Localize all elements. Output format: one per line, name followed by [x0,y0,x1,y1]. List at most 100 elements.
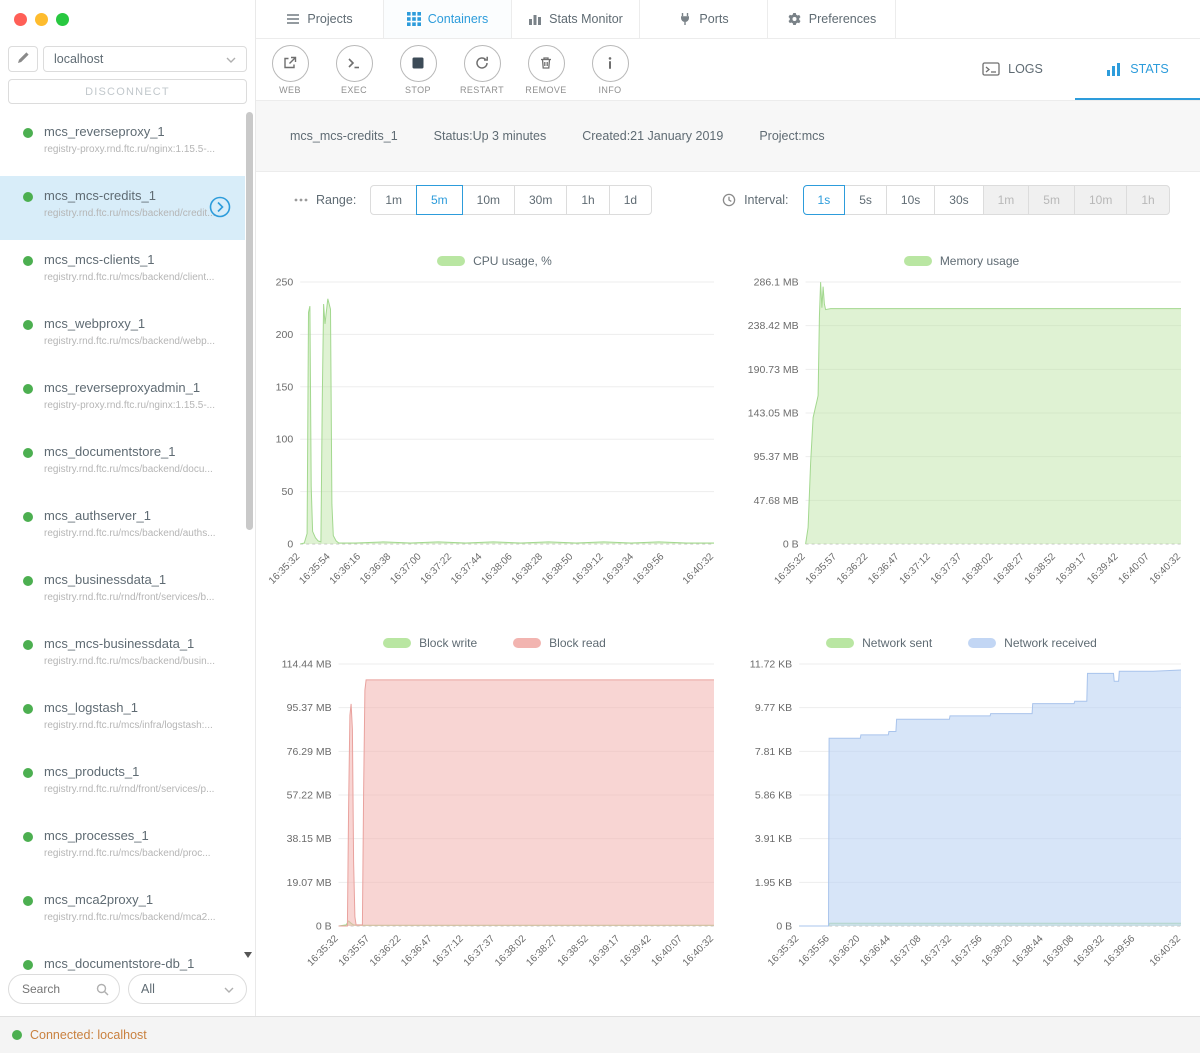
container-list-item[interactable]: mcs_mcs-credits_1registry.rnd.ftc.ru/mcs… [0,176,245,240]
exec-button[interactable]: EXEC [322,45,386,95]
legend-item: Block read [513,636,606,650]
interval-option-30s[interactable]: 30s [934,185,983,215]
interval-option-5s[interactable]: 5s [844,185,887,215]
action-label: WEB [279,85,301,95]
x-tick-label: 16:39:17 [587,933,623,969]
x-tick-label: 16:39:17 [1054,551,1090,587]
container-name: mcs_authserver_1 [44,508,215,523]
x-tick-label: 16:39:12 [570,551,606,587]
stop-button[interactable]: STOP [386,45,450,95]
container-list-item[interactable]: mcs_products_1registry.rnd.ftc.ru/rnd/fr… [0,752,245,816]
container-list-item[interactable]: mcs_authserver_1registry.rnd.ftc.ru/mcs/… [0,496,245,560]
container-list-item[interactable]: mcs_webproxy_1registry.rnd.ftc.ru/mcs/ba… [0,304,245,368]
x-tick-label: 16:36:20 [827,933,863,969]
minimize-window-button[interactable] [35,13,48,26]
container-list-item[interactable]: mcs_processes_1registry.rnd.ftc.ru/mcs/b… [0,816,245,880]
tab-label: Stats Monitor [549,12,623,26]
container-image: registry.rnd.ftc.ru/rnd/front/services/b… [44,592,215,603]
container-list-item[interactable]: mcs_documentstore_1registry.rnd.ftc.ru/m… [0,432,245,496]
y-tick-label: 9.77 KB [755,702,792,714]
search-input[interactable] [22,982,96,996]
window-controls [0,0,255,36]
chart-legend: Network sentNetwork received [826,632,1097,654]
view-tab-stats[interactable]: STATS [1075,39,1200,100]
x-tick-label: 16:39:08 [1041,933,1077,969]
range-option-1d[interactable]: 1d [609,185,652,215]
logs-icon [982,62,1000,76]
restart-button[interactable]: RESTART [450,45,514,95]
x-tick-label: 16:39:42 [1085,551,1121,587]
edit-host-button[interactable] [8,46,38,72]
container-status-dot [23,640,33,650]
container-status-dot [23,960,33,970]
search-icon [96,983,109,996]
legend-swatch [904,256,932,266]
container-list-item[interactable]: mcs_businessdata_1registry.rnd.ftc.ru/rn… [0,560,245,624]
interval-option-10s[interactable]: 10s [886,185,935,215]
x-tick-label: 16:39:56 [1102,933,1138,969]
scroll-down-arrow-icon[interactable] [244,952,252,958]
interval-option-10m: 10m [1074,185,1127,215]
y-tick-label: 0 B [316,921,332,933]
x-tick-label: 16:36:44 [858,933,894,969]
x-tick-label: 16:36:22 [835,551,871,587]
info-button[interactable]: INFO [578,45,642,95]
close-window-button[interactable] [14,13,27,26]
disconnect-button[interactable]: DISCONNECT [8,79,247,104]
container-list-item[interactable]: mcs_documentstore-db_1 [0,944,245,972]
range-option-1m[interactable]: 1m [370,185,417,215]
tab-ports[interactable]: Ports [640,0,768,38]
x-tick-label: 16:37:22 [419,551,455,587]
detail-name: mcs_mcs-credits_1 [290,129,398,143]
legend-label: Network sent [862,636,932,650]
legend-swatch [383,638,411,648]
action-label: STOP [405,85,431,95]
y-tick-label: 0 B [776,921,792,933]
container-list: mcs_reverseproxy_1registry-proxy.rnd.ftc… [0,112,245,972]
view-tab-label: LOGS [1008,62,1043,76]
sidebar: localhost DISCONNECT mcs_reverseproxy_1r… [0,0,256,1016]
container-info-bar: mcs_mcs-credits_1Status:Up 3 minutesCrea… [256,100,1200,172]
range-option-30m[interactable]: 30m [514,185,567,215]
tab-containers[interactable]: Containers [384,0,512,38]
remove-button[interactable]: REMOVE [514,45,578,95]
legend-swatch [968,638,996,648]
tab-projects[interactable]: Projects [256,0,384,38]
x-tick-label: 16:40:32 [681,933,717,969]
tab-preferences[interactable]: Preferences [768,0,896,38]
host-select[interactable]: localhost [43,46,247,72]
container-name: mcs_documentstore-db_1 [44,956,215,971]
tab-stats-monitor[interactable]: Stats Monitor [512,0,640,38]
zoom-window-button[interactable] [56,13,69,26]
container-list-item[interactable]: mcs_mca2proxy_1registry.rnd.ftc.ru/mcs/b… [0,880,245,944]
container-filter-select[interactable]: All [128,974,247,1004]
chart-legend: CPU usage, % [437,250,552,272]
arrow-right-circle-icon[interactable] [209,196,231,218]
sidebar-footer: All [8,974,247,1004]
x-tick-label: 16:37:32 [919,933,955,969]
x-tick-label: 16:35:54 [297,551,333,587]
container-name: mcs_mca2proxy_1 [44,892,215,907]
range-option-5m[interactable]: 5m [416,185,463,215]
view-tab-logs[interactable]: LOGS [950,39,1075,100]
y-tick-label: 238.42 MB [748,320,799,332]
interval-option-1s[interactable]: 1s [803,185,846,215]
container-list-item[interactable]: mcs_mcs-businessdata_1registry.rnd.ftc.r… [0,624,245,688]
container-list-item[interactable]: mcs_logstash_1registry.rnd.ftc.ru/mcs/in… [0,688,245,752]
x-tick-label: 16:39:42 [618,933,654,969]
detail-status: Status:Up 3 minutes [434,129,547,143]
range-option-10m[interactable]: 10m [462,185,515,215]
container-list-item[interactable]: mcs_reverseproxyadmin_1registry-proxy.rn… [0,368,245,432]
container-list-item[interactable]: mcs_mcs-clients_1registry.rnd.ftc.ru/mcs… [0,240,245,304]
range-option-1h[interactable]: 1h [566,185,609,215]
interval-controls: Interval: 1s5s10s30s1m5m10m1h [722,185,1170,215]
action-label: INFO [598,85,621,95]
legend-label: Memory usage [940,254,1019,268]
y-tick-label: 0 B [783,539,799,551]
y-tick-label: 95.37 MB [754,451,799,463]
container-list-item[interactable]: mcs_reverseproxy_1registry-proxy.rnd.ftc… [0,112,245,176]
sidebar-scrollbar[interactable] [246,112,253,530]
area-cpu-usage- [300,299,714,544]
web-button[interactable]: WEB [258,45,322,95]
container-name: mcs_mcs-credits_1 [44,188,215,203]
